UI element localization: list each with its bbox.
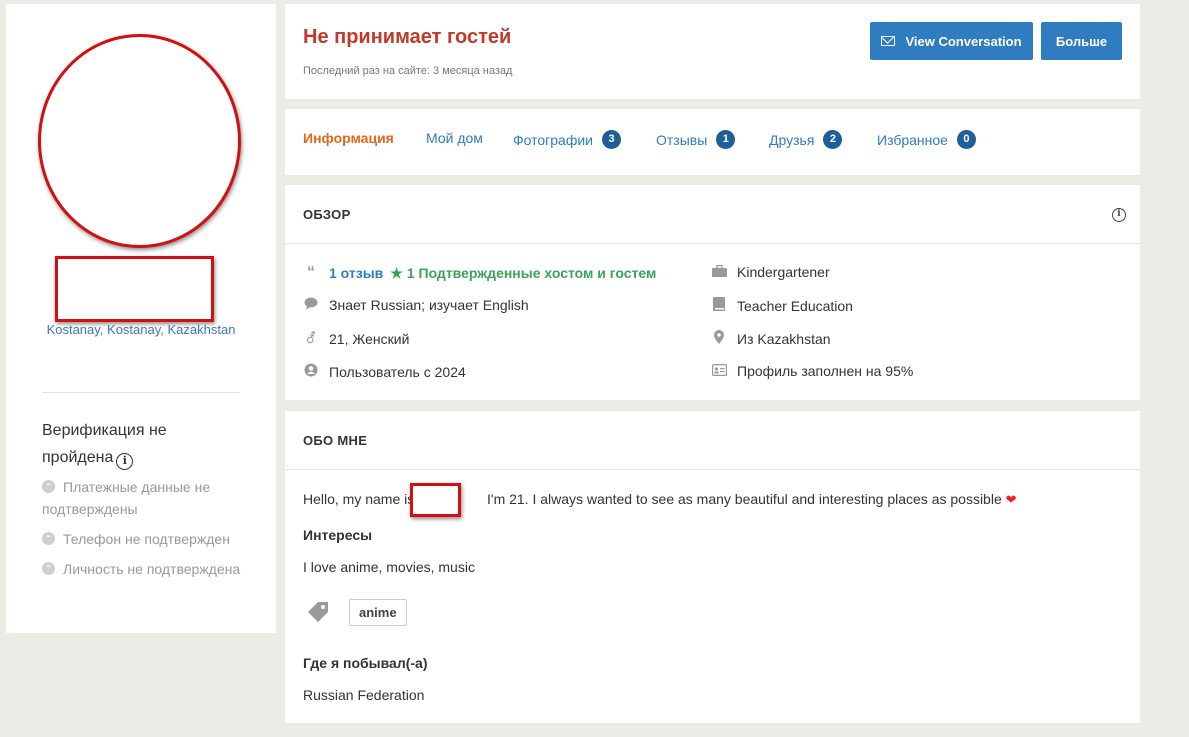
last-seen-text: Последний раз на сайте: 3 месяца назад [303, 65, 513, 77]
section-title: ОБЗОР [303, 207, 351, 222]
tab-references[interactable]: Отзывы 1 [656, 130, 736, 149]
verification-item-phone: Телефон не подтвержден [42, 526, 242, 550]
tab-favorites[interactable]: Избранное 0 [877, 130, 976, 149]
languages-row: Знает Russian; изучает English [303, 297, 529, 313]
quote-icon: “ [307, 264, 315, 281]
tab-photos[interactable]: Фотографии 3 [513, 130, 622, 149]
education-row: Teacher Education [711, 297, 853, 314]
view-conversation-button[interactable]: View Conversation [870, 22, 1033, 60]
occupation-row: Kindergartener [711, 264, 830, 280]
tab-label: Мой дом [426, 130, 483, 146]
id-card-icon [711, 363, 727, 379]
tab-label: Избранное [877, 131, 948, 148]
member-since-text: Пользователь с 2024 [329, 363, 466, 380]
avatar-redacted [38, 34, 241, 248]
hometown-text: Из Kazakhstan [737, 330, 831, 347]
member-since-row: Пользователь с 2024 [303, 363, 466, 380]
tab-my-home[interactable]: Мой дом [426, 130, 483, 146]
profile-header: Не принимает гостей Последний раз на сай… [285, 4, 1140, 99]
section-title: ОБО МНЕ [303, 433, 368, 448]
reviews-link[interactable]: 1 отзыв [329, 265, 383, 281]
tab-label: Информация [303, 130, 394, 146]
map-pin-icon [711, 330, 727, 347]
occupation-text: Kindergartener [737, 264, 830, 280]
languages-text: Знает Russian; изучает English [329, 297, 529, 313]
info-icon[interactable]: i [116, 453, 134, 470]
visited-title: Где я побывал(-а) [303, 655, 428, 671]
briefcase-icon [711, 264, 727, 280]
bio-start-text: Hello, my name is [303, 491, 415, 507]
ellipsis-icon [42, 474, 55, 496]
heart-icon: ❤ [1005, 492, 1017, 507]
ellipsis-icon [42, 526, 55, 548]
count-badge: 0 [956, 130, 976, 149]
tab-label: Фотографии [513, 131, 594, 148]
about-section: ОБО МНЕ Hello, my name is I'm 21. I alwa… [285, 411, 1140, 723]
tab-friends[interactable]: Друзья 2 [769, 130, 843, 149]
bio-end-line: I'm 21. I always wanted to see as many b… [487, 491, 1017, 508]
more-button[interactable]: Больше [1041, 22, 1122, 60]
visited-text: Russian Federation [303, 687, 425, 703]
profile-complete-text: Профиль заполнен на 95% [737, 363, 914, 379]
divider [285, 469, 1140, 470]
view-conversation-label: View Conversation [905, 33, 1022, 49]
star-icon: ★ [390, 264, 403, 281]
verification-title-text: Верификация не пройдена [42, 422, 167, 466]
verification-item-identity: Личность не подтверждена [42, 556, 242, 580]
hometown-row: Из Kazakhstan [711, 330, 831, 347]
tab-label: Отзывы [656, 131, 708, 148]
interest-tag[interactable]: anime [349, 599, 407, 626]
verification-item-label: Личность не подтверждена [63, 561, 241, 577]
tab-info[interactable]: Информация [303, 130, 394, 146]
info-icon[interactable]: i [1112, 208, 1126, 222]
count-badge: 2 [823, 130, 843, 149]
name-redacted [410, 483, 461, 517]
interests-title: Интересы [303, 527, 373, 543]
interests-text: I love anime, movies, music [303, 559, 475, 575]
profile-complete-row: Профиль заполнен на 95% [711, 363, 913, 379]
tab-label: Друзья [769, 131, 815, 148]
verification-item-payment: Платежные данные не подтверждены [42, 474, 242, 520]
hosting-status: Не принимает гостей [303, 26, 512, 48]
bio-end-text: I'm 21. I always wanted to see as many b… [487, 491, 1002, 507]
confirmed-text: 1 Подтвержденные хостом и гостем [406, 265, 657, 281]
count-badge: 1 [716, 130, 736, 149]
name-redacted [55, 256, 214, 322]
verification-title: Верификация не пройдена i [42, 417, 242, 471]
age-gender-row: ⚦ 21, Женский [303, 330, 409, 347]
member-icon [303, 363, 319, 380]
gender-icon: ⚦ [305, 330, 317, 346]
book-icon [711, 297, 727, 314]
age-gender-text: 21, Женский [329, 330, 410, 347]
education-text: Teacher Education [737, 297, 853, 314]
reviews-row: “ 1 отзыв ★ 1 Подтвержденные хостом и го… [303, 264, 656, 282]
profile-sidebar: Kostanay, Kostanay, Kazakhstan Верификац… [6, 4, 276, 633]
verification-item-label: Платежные данные не подтверждены [42, 479, 211, 517]
divider [42, 392, 240, 393]
ellipsis-icon [42, 556, 55, 578]
tag-icon [305, 600, 331, 626]
verification-item-label: Телефон не подтвержден [63, 531, 230, 547]
profile-tabs: Информация Мой дом Фотографии 3 Отзывы 1 Д… [285, 109, 1140, 175]
speech-bubble-icon [303, 297, 319, 313]
count-badge: 3 [602, 130, 622, 149]
divider [285, 243, 1140, 244]
envelope-icon [881, 36, 896, 46]
profile-location[interactable]: Kostanay, Kostanay, Kazakhstan [36, 319, 246, 341]
overview-section: ОБЗОР i “ 1 отзыв ★ 1 Подтвержденные хос… [285, 185, 1140, 400]
